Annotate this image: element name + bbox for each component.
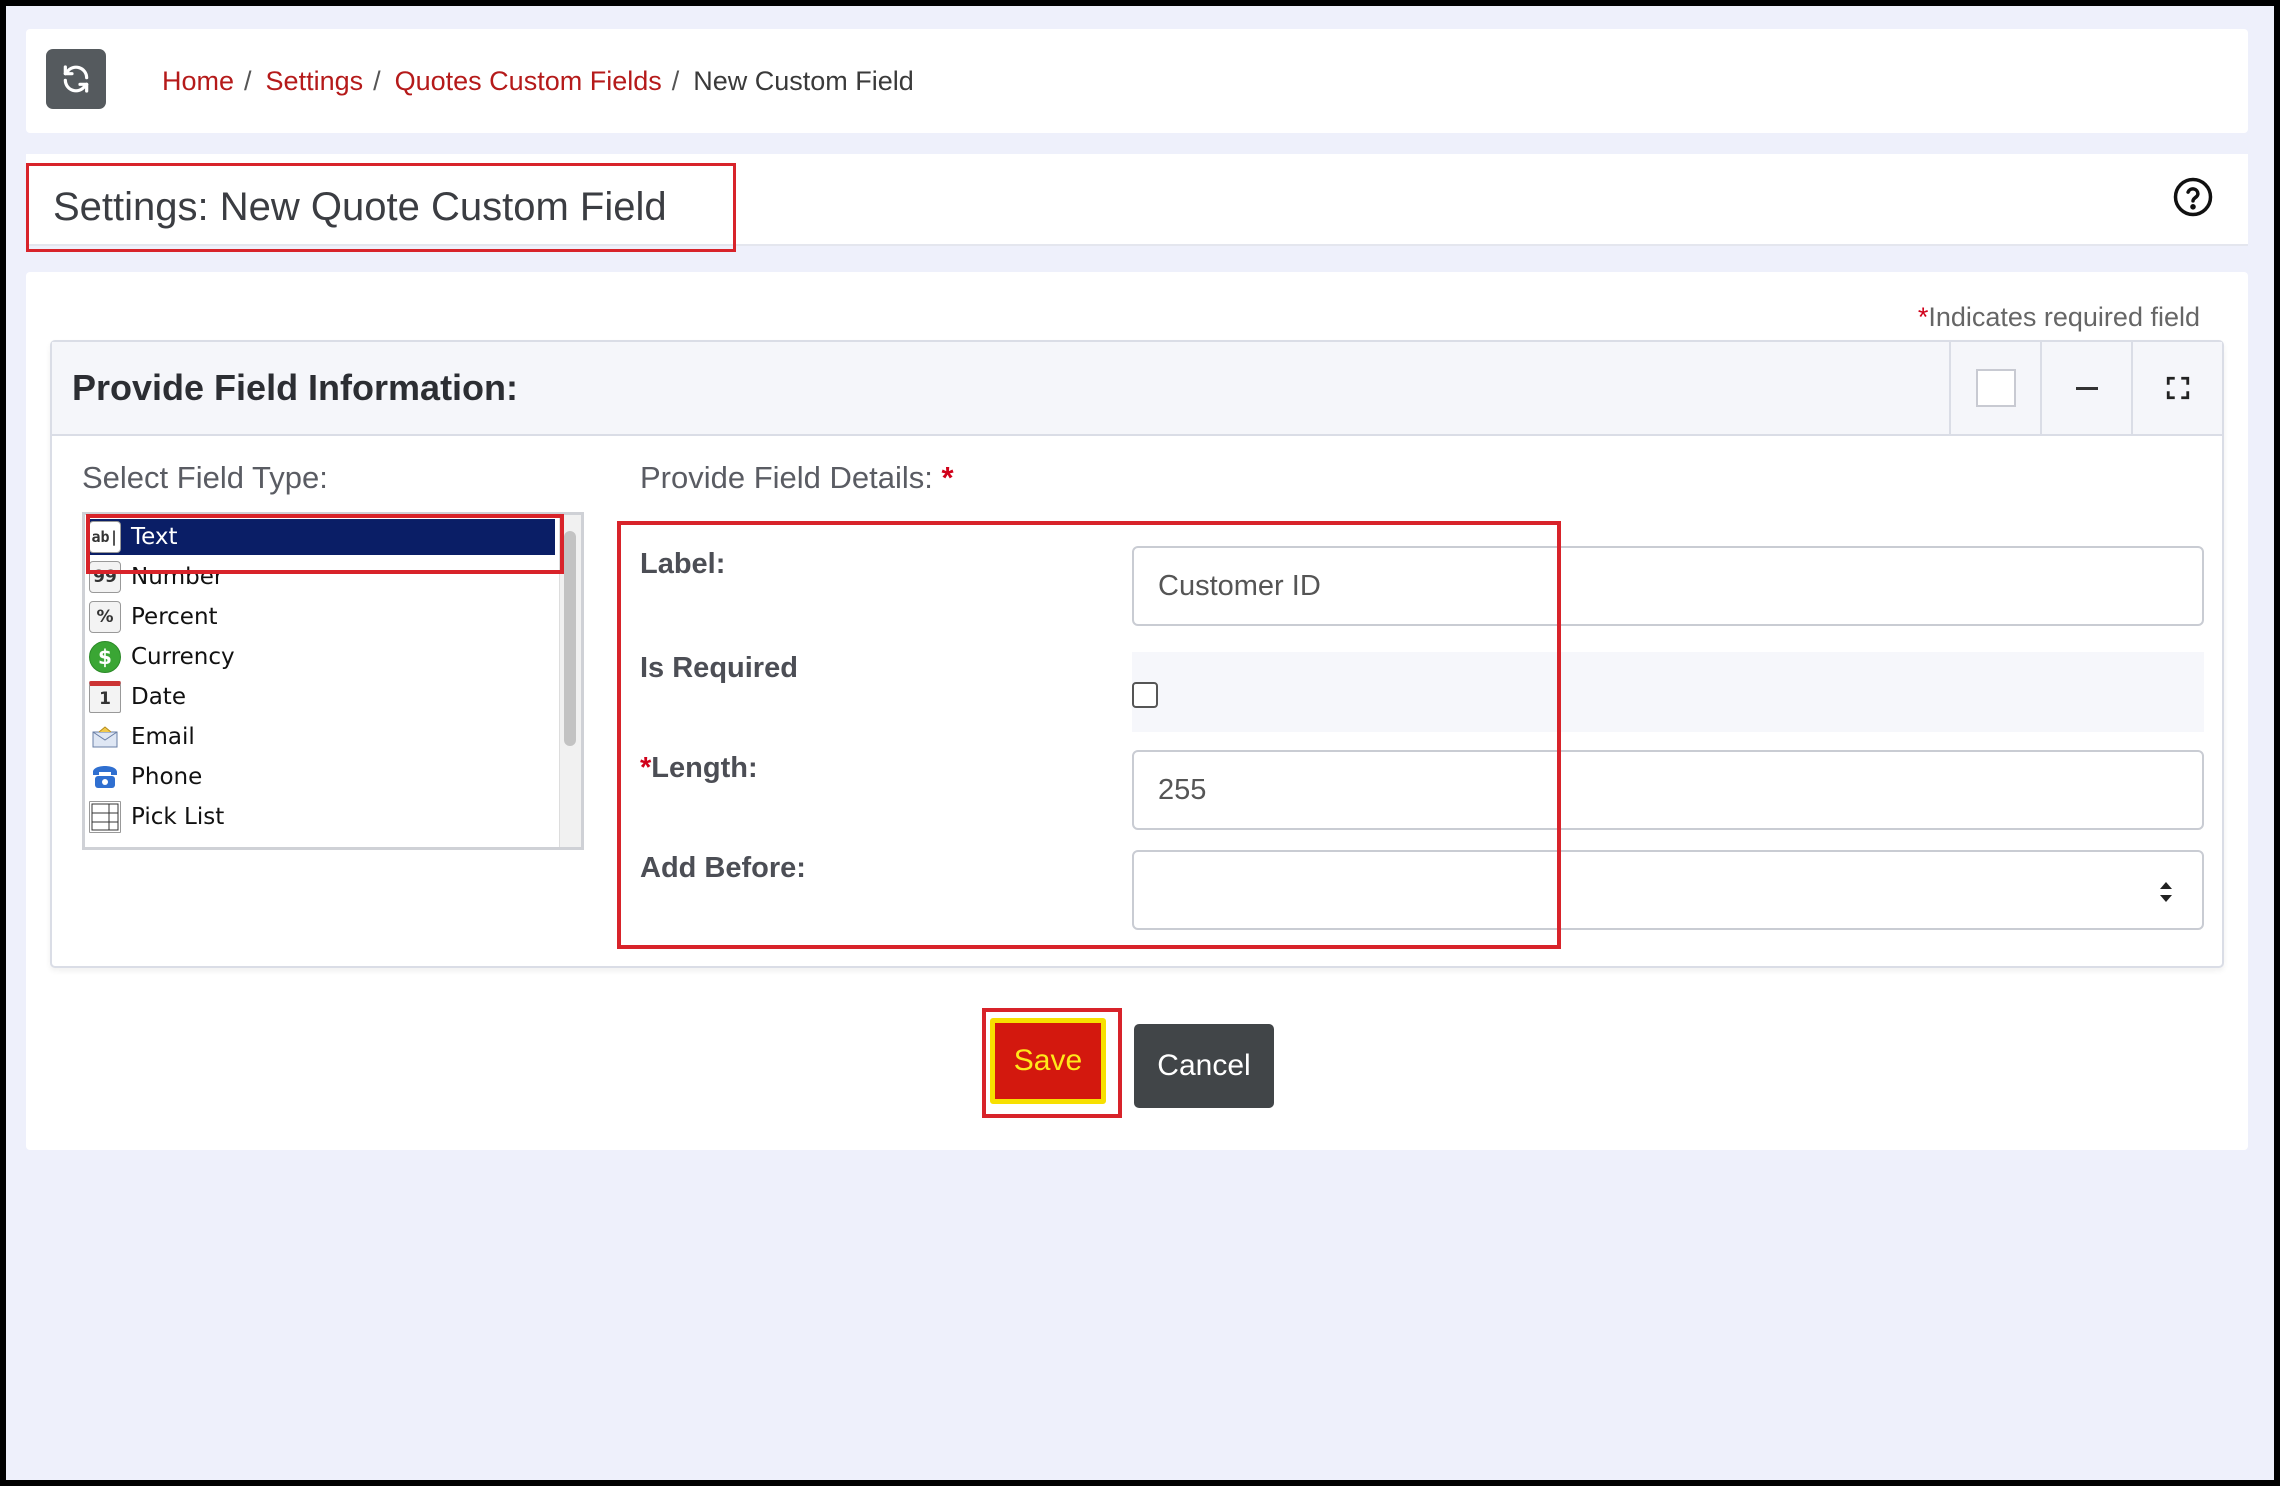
panel-expand-button[interactable] xyxy=(2131,342,2222,434)
expand-icon xyxy=(2166,376,2189,400)
list-item-pick-list[interactable]: Pick List xyxy=(89,799,555,835)
breadcrumb-home[interactable]: Home xyxy=(162,66,234,97)
envelope-type-icon xyxy=(89,721,121,753)
is-required-label: Is Required xyxy=(640,652,798,684)
breadcrumb-current: New Custom Field xyxy=(693,65,914,96)
list-item-label: Currency xyxy=(131,644,235,670)
field-details-heading: Provide Field Details: * xyxy=(640,460,954,496)
phone-type-icon xyxy=(89,761,121,793)
checkbox-square-icon xyxy=(1975,369,2016,407)
list-item-phone[interactable]: Phone xyxy=(89,759,555,795)
list-item-label: Phone xyxy=(131,764,203,790)
field-details-label: Provide Field Details: xyxy=(640,460,933,495)
list-item-label: Email xyxy=(131,724,195,750)
required-star: * xyxy=(941,460,954,495)
main-card: *Indicates required field Provide Field … xyxy=(26,272,2248,1150)
required-field-note: *Indicates required field xyxy=(1918,302,2200,333)
scrollbar-thumb[interactable] xyxy=(564,531,576,746)
breadcrumb-separator: / xyxy=(373,65,381,96)
field-type-listbox[interactable]: ab| Text 99 Number % Percent $ Currency … xyxy=(82,512,584,850)
calendar-type-icon: 1 xyxy=(89,681,121,713)
list-item-label: Percent xyxy=(131,604,218,630)
panel-select-button[interactable] xyxy=(1949,342,2040,434)
is-required-row xyxy=(1132,652,2204,732)
is-required-checkbox[interactable] xyxy=(1132,682,1158,708)
field-information-panel: Provide Field Information: Select Field … xyxy=(50,340,2224,968)
breadcrumb-separator: / xyxy=(671,65,680,96)
number-type-icon: 99 xyxy=(89,561,121,593)
listbox-scrollbar[interactable] xyxy=(559,515,581,847)
breadcrumb: Home / Settings / Quotes Custom Fields /… xyxy=(162,29,914,133)
add-before-select[interactable] xyxy=(1132,850,2204,930)
breadcrumb-separator: / xyxy=(244,65,252,96)
title-bar: Settings: New Quote Custom Field xyxy=(26,154,2248,252)
select-field-type-label: Select Field Type: xyxy=(82,460,328,495)
list-item-label: Pick List xyxy=(131,804,225,830)
list-item-date[interactable]: 1 Date xyxy=(89,679,555,715)
length-label-text: Length: xyxy=(651,752,758,784)
list-item-currency[interactable]: $ Currency xyxy=(89,639,555,675)
label-field-label: Label: xyxy=(640,548,726,580)
panel-tools xyxy=(1949,342,2222,434)
list-item-text[interactable]: ab| Text xyxy=(89,519,555,555)
length-input[interactable]: 255 xyxy=(1132,750,2204,830)
breadcrumb-bar: Home / Settings / Quotes Custom Fields /… xyxy=(26,29,2248,133)
refresh-icon xyxy=(63,65,89,93)
currency-type-icon: $ xyxy=(89,641,121,673)
list-item-email[interactable]: Email xyxy=(89,719,555,755)
refresh-button[interactable] xyxy=(46,49,106,109)
breadcrumb-quotes-custom-fields[interactable]: Quotes Custom Fields xyxy=(395,66,662,97)
length-label: *Length: xyxy=(640,752,758,785)
list-item-number[interactable]: 99 Number xyxy=(89,559,555,595)
list-item-label: Text xyxy=(131,524,178,550)
required-note-text: Indicates required field xyxy=(1928,302,2200,332)
select-arrows-icon xyxy=(2160,882,2172,902)
minimize-icon xyxy=(2075,386,2098,390)
list-item-percent[interactable]: % Percent xyxy=(89,599,555,635)
percent-type-icon: % xyxy=(89,601,121,633)
save-button[interactable]: Save xyxy=(990,1018,1106,1104)
panel-minimize-button[interactable] xyxy=(2040,342,2131,434)
list-item-label: Number xyxy=(131,564,224,590)
question-circle-icon[interactable] xyxy=(2172,176,2214,218)
required-star: * xyxy=(640,752,652,784)
breadcrumb-settings[interactable]: Settings xyxy=(266,66,364,97)
panel-title: Provide Field Information: xyxy=(72,367,519,408)
label-input[interactable]: Customer ID xyxy=(1132,546,2204,626)
cancel-button[interactable]: Cancel xyxy=(1134,1024,1274,1108)
page-title: Settings: New Quote Custom Field xyxy=(26,163,736,252)
app-viewport: Home / Settings / Quotes Custom Fields /… xyxy=(6,6,2274,1480)
panel-header: Provide Field Information: xyxy=(52,342,2222,436)
required-star: * xyxy=(1917,302,1929,332)
pick-list-type-icon xyxy=(89,801,121,833)
text-type-icon: ab| xyxy=(89,521,121,553)
add-before-label: Add Before: xyxy=(640,852,806,884)
list-item-label: Date xyxy=(131,684,186,710)
